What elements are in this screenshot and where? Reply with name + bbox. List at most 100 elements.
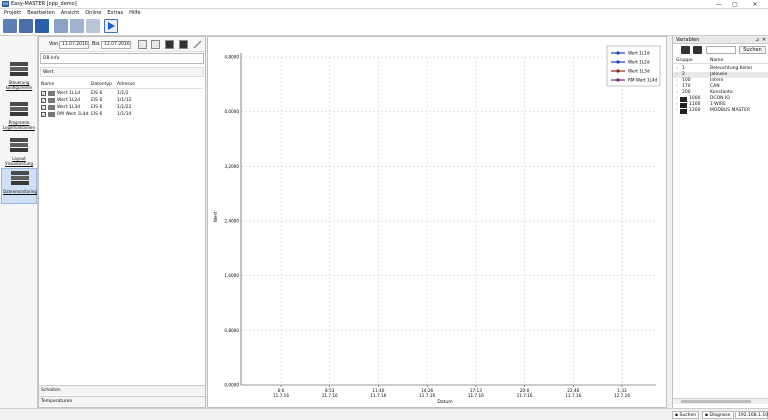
menu-hilfe[interactable]: Hilfe xyxy=(129,9,140,17)
maximize-button[interactable]: ▢ xyxy=(728,0,742,9)
table-row[interactable]: ✓ Wert 1L1d EIS 6 1/1/2 xyxy=(41,90,201,97)
play-button[interactable] xyxy=(104,19,118,33)
sidebar-item-steuerung[interactable]: Steuerung konfigurieren xyxy=(1,60,37,96)
x-tick-date: 11.7.16 xyxy=(322,393,338,398)
status-diagnose-label: Diagnose xyxy=(709,413,731,418)
download-icon[interactable] xyxy=(54,19,68,33)
play-small-icon[interactable] xyxy=(151,40,160,49)
status-diagnose-button[interactable]: ▪ Diagnose xyxy=(702,411,734,419)
variable-icon xyxy=(48,98,55,103)
table-row[interactable]: ✓ Wert 1L2d EIS 6 1/1/12 xyxy=(41,97,201,104)
refresh-icon[interactable] xyxy=(138,40,147,49)
y-tick-label: 0,8000 xyxy=(224,328,239,333)
wert-group-header[interactable]: Wert xyxy=(40,67,204,77)
logic-stack-icon xyxy=(9,100,29,118)
menu-bearbeiten[interactable]: Bearbeiten xyxy=(27,9,54,17)
row-address: 1/1/2 xyxy=(117,91,129,96)
close-button[interactable]: ✕ xyxy=(748,0,762,9)
status-search-button[interactable]: ▪ Suchen xyxy=(672,411,700,419)
chart-legend: Wert 1L1d Wert 1L2d Wert 1L3d RM Wert 1L4d xyxy=(606,45,661,87)
x-tick-date: 11.7.16 xyxy=(468,393,484,398)
sidebar-item-programm[interactable]: Programm Logikfunktionen xyxy=(1,100,37,136)
x-axis-label: Datum xyxy=(437,399,452,405)
variable-icon xyxy=(48,91,55,96)
row-checkbox[interactable]: ✓ xyxy=(41,112,46,117)
pin-icon[interactable]: ⊿ xyxy=(755,36,759,44)
expand-icon[interactable]: › xyxy=(676,108,678,114)
menu-extras[interactable]: Extras xyxy=(107,9,123,17)
sidebar-item-datenmonitoring[interactable]: Datenmonitoring xyxy=(1,168,37,204)
connect-icon[interactable] xyxy=(86,19,100,33)
chart-panel: 0,0000 0,8000 1,6000 2,4000 3,2000 4,0000 4,80… xyxy=(207,36,667,408)
layout-stack-icon xyxy=(9,136,29,154)
remove-variable-button[interactable] xyxy=(693,46,702,54)
x-tick-date: 11.7.16 xyxy=(419,393,435,398)
save-icon[interactable] xyxy=(35,19,49,33)
table-row[interactable]: ✓ Wert 1L3d EIS 6 1/1/22 xyxy=(41,104,201,111)
chart-grid xyxy=(241,56,656,385)
variables-panel: Variablen ⊿ ✕ Suchen Gruppe Name › 1 Bel… xyxy=(672,36,768,408)
y-tick-label: 1,6000 xyxy=(224,273,239,278)
close-panel-icon[interactable]: ✕ xyxy=(762,36,766,44)
variable-search-button[interactable]: Suchen xyxy=(739,46,766,54)
legend-label: Wert 1L2d xyxy=(628,60,650,65)
y-axis-label: Wert xyxy=(213,211,219,222)
row-address: 1/1/34 xyxy=(117,112,132,117)
legend-marker xyxy=(616,78,620,82)
variables-title: Variablen xyxy=(676,37,700,43)
menu-projekt[interactable]: Projekt xyxy=(4,9,21,17)
temperaturen-group[interactable]: Temperaturen xyxy=(39,396,205,406)
row-type: EIS 6 xyxy=(91,91,103,96)
row-name: RM Wert 1L4d xyxy=(57,112,89,117)
bis-label: Bis xyxy=(92,41,100,47)
sidebar: Steuerung konfigurieren Programm Logikfu… xyxy=(0,36,38,408)
von-date-select[interactable]: 11.07.2016 xyxy=(59,41,89,49)
date-filter-bar: Von 11.07.2016 Bis 12.07.2016 xyxy=(39,37,205,52)
bis-date-select[interactable]: 12.07.2016 xyxy=(101,41,131,49)
y-axis-ticks: 0,0000 0,8000 1,6000 2,4000 3,2000 4,0000 4,80… xyxy=(224,55,239,388)
new-project-icon[interactable] xyxy=(3,19,17,33)
upload-icon[interactable] xyxy=(70,19,84,33)
scrollbar-thumb[interactable] xyxy=(681,400,751,403)
play-icon xyxy=(108,22,115,30)
sidebar-item-layout[interactable]: Layout Visualisierung xyxy=(1,136,37,172)
legend-marker xyxy=(616,51,620,55)
add-variable-button[interactable] xyxy=(681,46,690,54)
sidebar-item-label: Programm Logikfunktionen xyxy=(2,120,36,130)
variable-search-input[interactable] xyxy=(706,46,736,54)
menu-ansicht[interactable]: Ansicht xyxy=(61,9,79,17)
row-type: EIS 6 xyxy=(91,98,103,103)
open-project-icon[interactable] xyxy=(19,19,33,33)
col-name: Name xyxy=(41,82,55,87)
minimize-button[interactable]: — xyxy=(712,0,726,9)
horizontal-scrollbar[interactable] xyxy=(673,398,768,404)
tool-icon[interactable] xyxy=(193,40,202,49)
group-id: 1200 xyxy=(689,108,701,113)
col-name: Name xyxy=(710,58,724,63)
x-tick-date: 11.7.16 xyxy=(565,393,581,398)
y-tick-label: 4,0000 xyxy=(224,109,239,114)
status-ip: 192.168.1.100 xyxy=(735,411,768,419)
row-checkbox[interactable]: ✓ xyxy=(41,91,46,96)
toolbar xyxy=(0,17,768,36)
y-tick-label: 3,2000 xyxy=(224,164,239,169)
title-bar: EM Easy-MASTER [opp_demo] — ▢ ✕ xyxy=(0,0,768,9)
row-checkbox[interactable]: ✓ xyxy=(41,98,46,103)
legend-marker xyxy=(616,69,620,73)
x-tick-date: 11.7.16 xyxy=(370,393,386,398)
menu-online[interactable]: Online xyxy=(85,9,101,17)
line-chart: 0,0000 0,8000 1,6000 2,4000 3,2000 4,0000 4,80… xyxy=(213,45,661,405)
schalten-group[interactable]: Schalten xyxy=(39,385,205,395)
data-source-panel: Von 11.07.2016 Bis 12.07.2016 DB Info We… xyxy=(38,36,206,408)
module-icon xyxy=(680,102,687,108)
variables-table-header: Gruppe Name xyxy=(673,58,768,64)
row-checkbox[interactable]: ✓ xyxy=(41,105,46,110)
table-row[interactable]: ✓ RM Wert 1L4d EIS 6 1/1/34 xyxy=(41,111,201,118)
group-name: MODBUS MASTER xyxy=(710,108,751,113)
db-info-title: DB Info xyxy=(40,53,204,64)
legend-marker xyxy=(616,60,620,64)
add-icon[interactable] xyxy=(179,40,188,49)
list-item[interactable]: › 1200 MODBUS MASTER xyxy=(673,108,768,114)
table-header: Name Datentyp Adresse xyxy=(41,81,203,89)
remove-icon[interactable] xyxy=(165,40,174,49)
